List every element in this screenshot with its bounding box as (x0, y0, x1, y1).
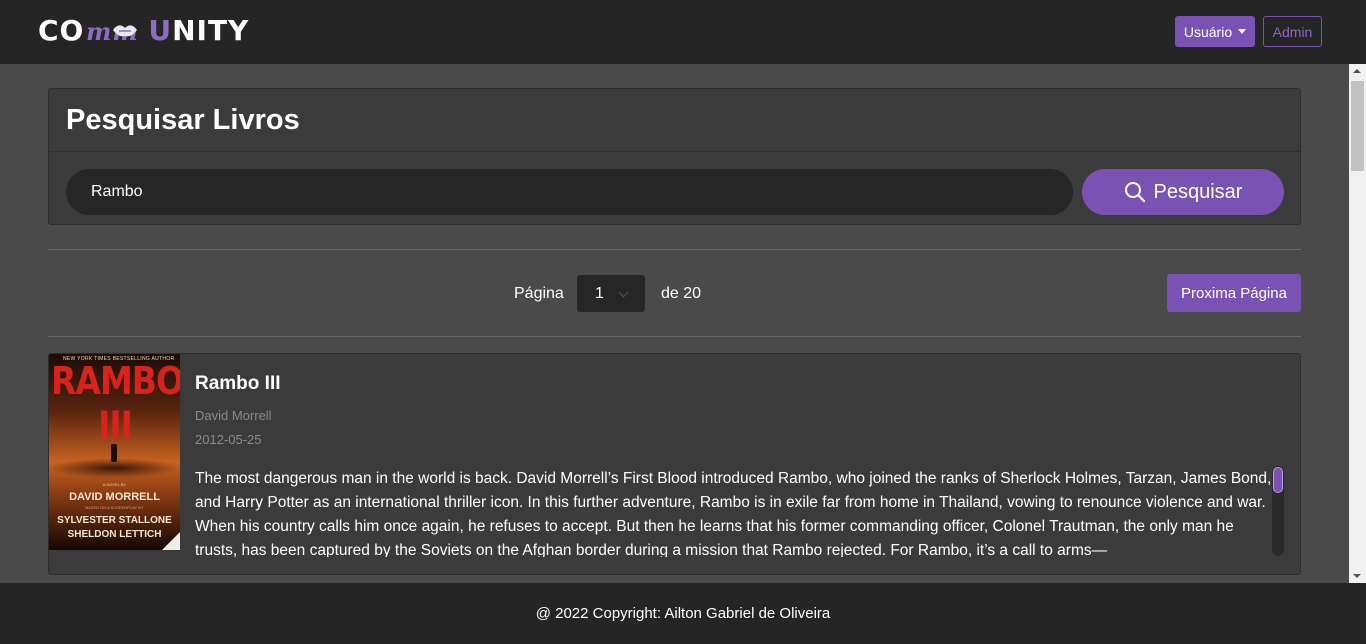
footer: @ 2022 Copyright: Ailton Gabriel de Oliv… (0, 583, 1366, 644)
book-date: 2012-05-25 (195, 432, 262, 447)
brand-text-right: NITY (172, 14, 250, 47)
book-author: David Morrell (195, 408, 272, 423)
page-total-label: de 20 (661, 285, 702, 302)
search-icon (1124, 182, 1145, 203)
book-description: The most dangerous man in the world is b… (195, 470, 1272, 557)
cover-based-on: BASED ON A SCREENPLAY BY (85, 505, 144, 510)
page-title: Pesquisar Livros (66, 103, 300, 136)
cover-author: DAVID MORRELL (69, 491, 160, 503)
user-dropdown-label: Usuário (1183, 23, 1233, 40)
user-dropdown-button[interactable]: Usuário (1175, 16, 1255, 47)
chevron-down-icon (618, 287, 629, 298)
divider-top (48, 249, 1301, 250)
page-scrollbar[interactable] (1349, 64, 1366, 583)
book-card[interactable]: NEW YORK TIMES BESTSELLING AUTHOR RAMBO … (48, 353, 1301, 575)
admin-button-label: Admin (1272, 23, 1313, 40)
footer-copyright: @ 2022 Copyright: Ailton Gabriel de Oliv… (535, 605, 831, 622)
navbar: CO mm U NITY Usuário Admin (0, 0, 1366, 64)
search-card: Pesquisar Livros Rambo Pesquisar (48, 88, 1301, 225)
page-curl-icon (162, 532, 180, 550)
book-cover[interactable]: NEW YORK TIMES BESTSELLING AUTHOR RAMBO … (49, 354, 180, 550)
description-scroll-thumb[interactable] (1273, 467, 1283, 493)
brand-logo[interactable]: CO mm U NITY (38, 16, 249, 46)
brand-text-left: CO (38, 14, 85, 47)
search-button[interactable]: Pesquisar (1082, 169, 1284, 215)
scroll-down-icon[interactable] (1353, 574, 1361, 578)
description-scrollbar[interactable] (1272, 466, 1284, 556)
caret-down-icon (1238, 29, 1247, 34)
page-select-value: 1 (595, 284, 604, 302)
book-title[interactable]: Rambo III (195, 373, 281, 395)
brand-u-letter: U (148, 14, 173, 47)
divider-bottom (48, 336, 1301, 337)
next-page-button[interactable]: Proxima Página (1167, 274, 1301, 312)
handshake-icon: mm (85, 18, 147, 44)
soldier-silhouette-icon (111, 444, 117, 462)
scroll-thumb[interactable] (1351, 81, 1364, 171)
next-page-label: Proxima Página (1181, 284, 1287, 302)
search-button-label: Pesquisar (1153, 180, 1243, 203)
page-select[interactable]: 1 (577, 275, 645, 312)
search-card-header: Pesquisar Livros (49, 89, 1300, 152)
scroll-up-icon[interactable] (1353, 69, 1361, 73)
search-input[interactable]: Rambo (66, 169, 1073, 215)
cover-writer-1: SYLVESTER STALLONE (57, 515, 172, 526)
page-label: Página (514, 285, 564, 302)
search-input-value: Rambo (91, 183, 143, 200)
cover-novel-label: A NOVEL BY (102, 482, 127, 487)
cover-writer-2: SHELDON LETTICH (67, 529, 162, 540)
cover-title: RAMBO III (51, 358, 180, 448)
admin-button[interactable]: Admin (1263, 16, 1322, 47)
